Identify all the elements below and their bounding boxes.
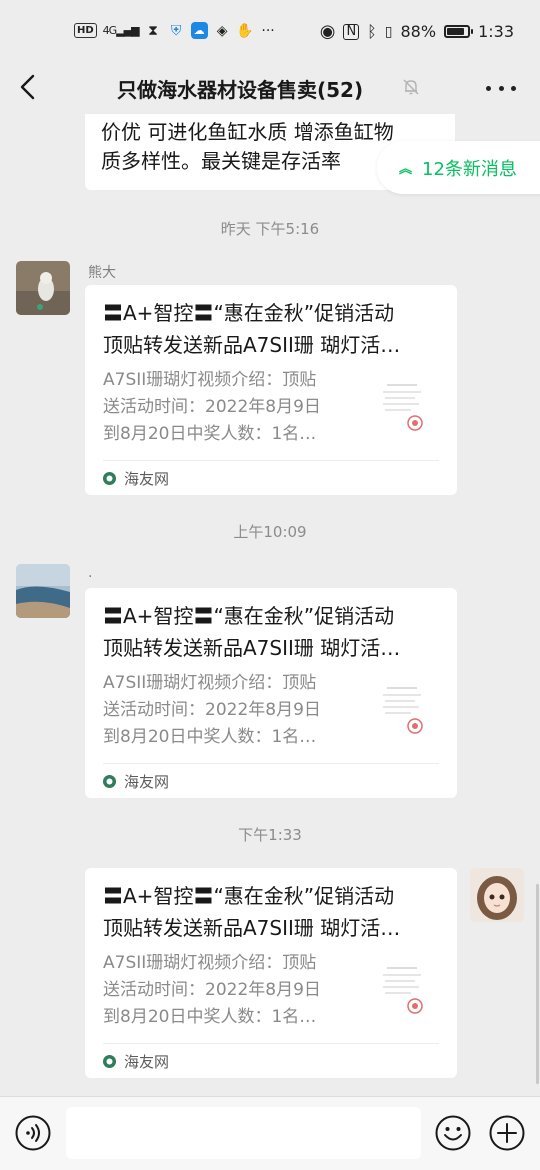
avatar-image bbox=[16, 564, 70, 618]
source-logo-icon bbox=[103, 1054, 116, 1068]
link-card[interactable]: 〓A+智控〓“惠在金秋”促销活动 顶贴转发送新品A7SII珊 瑚灯活… A7SI… bbox=[85, 285, 457, 495]
input-bar bbox=[0, 1096, 540, 1170]
card-title: 〓A+智控〓“惠在金秋”促销活动 顶贴转发送新品A7SII珊 瑚灯活… bbox=[103, 880, 439, 944]
card-title-line: 顶贴转发送新品A7SII珊 瑚灯活… bbox=[103, 333, 401, 357]
card-desc-line: 送活动时间：2022年8月9日 bbox=[103, 700, 321, 720]
link-card[interactable]: 〓A+智控〓“惠在金秋”促销活动 顶贴转发送新品A7SII珊 瑚灯活… A7SI… bbox=[85, 868, 457, 1078]
card-source: 海友网 bbox=[103, 1043, 439, 1078]
bubble-text-line: 价优 可进化鱼缸水质 增添鱼缸物 bbox=[101, 120, 394, 144]
card-title: 〓A+智控〓“惠在金秋”促销活动 顶贴转发送新品A7SII珊 瑚灯活… bbox=[103, 297, 439, 361]
card-desc-line: 到8月20日中奖人数：1名… bbox=[103, 1007, 317, 1027]
status-right-icons: ◉ N ᛒ ▯ 88% 1:33 bbox=[320, 21, 514, 42]
emoji-icon[interactable] bbox=[435, 1115, 471, 1151]
card-title-line: 顶贴转发送新品A7SII珊 瑚灯活… bbox=[103, 636, 401, 660]
card-title-line: 〓A+智控〓“惠在金秋”促销活动 bbox=[103, 884, 395, 908]
card-description: A7SII珊瑚灯视频介绍：顶贴 送活动时间：2022年8月9日 到8月20日中奖… bbox=[103, 670, 353, 751]
nfc-icon: N bbox=[343, 23, 360, 40]
card-description: A7SII珊瑚灯视频介绍：顶贴 送活动时间：2022年8月9日 到8月20日中奖… bbox=[103, 950, 353, 1031]
scrollbar[interactable] bbox=[536, 884, 539, 1084]
hd-badge: HD bbox=[74, 23, 97, 38]
status-bar: HD 4G▂▄▆ ⧗ ⛨ ☁ ◈ ✋ ··· ◉ N ᛒ ▯ 88% 1:33 bbox=[0, 0, 540, 66]
card-description: A7SII珊瑚灯视频介绍：顶贴 送活动时间：2022年8月9日 到8月20日中奖… bbox=[103, 367, 353, 448]
avatar-image bbox=[470, 868, 524, 922]
more-dots-icon: ··· bbox=[261, 22, 275, 39]
card-source-name: 海友网 bbox=[124, 1052, 170, 1071]
glove-icon: ✋ bbox=[236, 22, 254, 39]
message-timestamp: 上午10:09 bbox=[233, 523, 307, 541]
source-logo-icon bbox=[103, 774, 116, 788]
card-source: 海友网 bbox=[103, 763, 439, 798]
sender-name: 熊大 bbox=[88, 265, 116, 281]
mute-bell-icon bbox=[403, 79, 419, 95]
double-up-arrow-icon: ︽ bbox=[399, 162, 413, 177]
battery-icon bbox=[444, 25, 474, 38]
chat-header: 只做海水器材设备售卖(52) bbox=[0, 62, 540, 114]
card-title-line: 〓A+智控〓“惠在金秋”促销活动 bbox=[103, 301, 395, 325]
network-signal-icon: 4G▂▄▆ bbox=[102, 24, 140, 37]
new-messages-button[interactable]: ︽ 12条新消息 bbox=[377, 141, 540, 194]
my-avatar[interactable] bbox=[470, 868, 524, 922]
card-thumbnail bbox=[371, 375, 433, 441]
new-messages-label: 12条新消息 bbox=[422, 158, 517, 180]
voice-icon[interactable] bbox=[15, 1115, 51, 1151]
vibrate-icon: ▯ bbox=[384, 23, 393, 40]
card-desc-line: 送活动时间：2022年8月9日 bbox=[103, 980, 321, 1000]
sender-name: . bbox=[88, 565, 93, 581]
battery-percent: 88% bbox=[400, 22, 437, 41]
message-timestamp: 昨天 下午5:16 bbox=[220, 220, 320, 238]
card-title-line: 顶贴转发送新品A7SII珊 瑚灯活… bbox=[103, 916, 401, 940]
chat-title: 只做海水器材设备售卖(52) bbox=[117, 78, 364, 102]
card-source-name: 海友网 bbox=[124, 772, 170, 791]
avatar[interactable] bbox=[16, 261, 70, 315]
battery-fill bbox=[447, 28, 464, 35]
message-input[interactable] bbox=[66, 1107, 421, 1159]
card-desc-line: 到8月20日中奖人数：1名… bbox=[103, 424, 317, 444]
card-source-name: 海友网 bbox=[124, 469, 170, 488]
card-title-line: 〓A+智控〓“惠在金秋”促销活动 bbox=[103, 604, 395, 628]
more-icon[interactable] bbox=[486, 76, 516, 100]
card-thumbnail bbox=[371, 678, 433, 744]
link-card[interactable]: 〓A+智控〓“惠在金秋”促销活动 顶贴转发送新品A7SII珊 瑚灯活… A7SI… bbox=[85, 588, 457, 798]
message-list[interactable]: 价优 可进化鱼缸水质 增添鱼缸物 质多样性。最关键是存活率 ︽ 12条新消息 昨… bbox=[0, 114, 540, 1096]
message-timestamp: 下午1:33 bbox=[238, 826, 302, 844]
plus-icon[interactable] bbox=[489, 1115, 525, 1151]
shield-icon: ⛨ bbox=[170, 22, 182, 39]
card-title: 〓A+智控〓“惠在金秋”促销活动 顶贴转发送新品A7SII珊 瑚灯活… bbox=[103, 600, 439, 664]
bluetooth-icon: ᛒ bbox=[367, 22, 377, 41]
card-source: 海友网 bbox=[103, 460, 439, 495]
back-icon[interactable] bbox=[16, 72, 40, 102]
card-desc-line: A7SII珊瑚灯视频介绍：顶贴 bbox=[103, 673, 317, 693]
card-desc-line: 到8月20日中奖人数：1名… bbox=[103, 727, 317, 747]
hourglass-icon: ⧗ bbox=[148, 22, 158, 39]
avatar-image bbox=[16, 261, 70, 315]
card-desc-line: A7SII珊瑚灯视频介绍：顶贴 bbox=[103, 953, 317, 973]
source-logo-icon bbox=[103, 471, 116, 485]
eye-icon: ◉ bbox=[319, 21, 336, 42]
network-type: 4G bbox=[102, 24, 117, 37]
card-thumbnail bbox=[371, 958, 433, 1024]
status-left-icons: HD 4G▂▄▆ ⧗ ⛨ ☁ ◈ ✋ ··· bbox=[74, 22, 277, 39]
app-icon: ◈ bbox=[216, 22, 228, 39]
cloud-icon: ☁ bbox=[190, 22, 208, 39]
avatar[interactable] bbox=[16, 564, 70, 618]
card-desc-line: 送活动时间：2022年8月9日 bbox=[103, 397, 321, 417]
clock: 1:33 bbox=[478, 22, 514, 41]
card-desc-line: A7SII珊瑚灯视频介绍：顶贴 bbox=[103, 370, 317, 390]
